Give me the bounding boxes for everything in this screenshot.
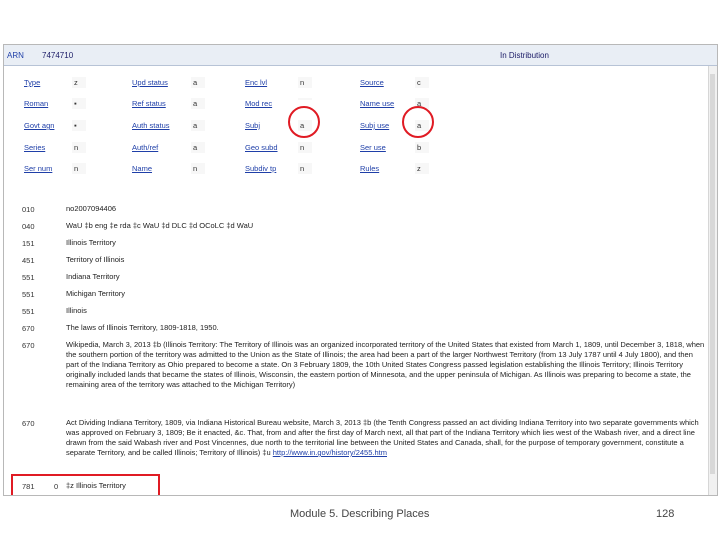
ff-label-mod-rec[interactable]: Mod rec	[245, 99, 272, 108]
field-tag: 551	[22, 290, 35, 299]
ff-label-rules[interactable]: Rules	[360, 164, 379, 173]
ff-label-subj-use[interactable]: Subj use	[360, 121, 389, 130]
record-header-bar: ARN 7474710 In Distribution	[4, 45, 717, 66]
ff-label-type[interactable]: Type	[24, 78, 40, 87]
ff-label-enc-lvl[interactable]: Enc lvl	[245, 78, 267, 87]
ff-label-name-use[interactable]: Name use	[360, 99, 394, 108]
field-tag: 670	[22, 341, 35, 350]
slide-footer-title: Module 5. Describing Places	[290, 508, 430, 520]
ff-value-geo-subd[interactable]: n	[298, 142, 312, 153]
field-text[interactable]: Wikipedia, March 3, 2013 ‡b (Illinois Te…	[66, 340, 706, 390]
field-text[interactable]: The laws of Illinois Territory, 1809-181…	[66, 323, 219, 333]
ff-label-auth-ref[interactable]: Auth/ref	[132, 143, 158, 152]
ff-value-upd-status[interactable]: a	[191, 77, 205, 88]
field-text[interactable]: Territory of Illinois	[66, 255, 124, 265]
field-tag: 551	[22, 273, 35, 282]
field-tag: 551	[22, 307, 35, 316]
ff-label-ser-use[interactable]: Ser use	[360, 143, 386, 152]
arn-value: 7474710	[42, 51, 74, 60]
field-text[interactable]: WaU ‡b eng ‡e rda ‡c WaU ‡d DLC ‡d OCoLC…	[66, 221, 253, 231]
vertical-scrollbar[interactable]	[708, 66, 717, 495]
ff-value-source[interactable]: c	[415, 77, 429, 88]
ff-value-govt-agn[interactable]: ▪	[72, 120, 86, 131]
ff-label-source[interactable]: Source	[360, 78, 384, 87]
ff-label-auth-status[interactable]: Auth status	[132, 121, 170, 130]
ff-value-ser-use[interactable]: b	[415, 142, 429, 153]
ff-value-series[interactable]: n	[72, 142, 86, 153]
field-text[interactable]: Illinois	[66, 306, 87, 316]
ff-label-govt-agn[interactable]: Govt agn	[24, 121, 54, 130]
field-text[interactable]: Indiana Territory	[66, 272, 120, 282]
ff-label-subj[interactable]: Subj	[245, 121, 260, 130]
ff-label-ref-status[interactable]: Ref status	[132, 99, 166, 108]
field-text[interactable]: Act Dividing Indiana Territory, 1809, vi…	[66, 418, 706, 458]
arn-label: ARN	[7, 51, 24, 60]
ff-label-ser-num[interactable]: Ser num	[24, 164, 52, 173]
ff-value-type[interactable]: z	[72, 77, 86, 88]
field-781-highlight-box	[11, 474, 160, 495]
ff-value-subdiv-tp[interactable]: n	[298, 163, 312, 174]
field-tag: 451	[22, 256, 35, 265]
catalog-record-window: ARN 7474710 In Distribution Type z Upd s…	[3, 44, 718, 496]
field-tag: 670	[22, 419, 35, 428]
ff-value-auth-ref[interactable]: a	[191, 142, 205, 153]
field-text[interactable]: Illinois Territory	[66, 238, 116, 248]
field-tag: 010	[22, 205, 35, 214]
ff-label-series[interactable]: Series	[24, 143, 45, 152]
field-text[interactable]: no2007094406	[66, 204, 116, 214]
ff-label-upd-status[interactable]: Upd status	[132, 78, 168, 87]
record-status: In Distribution	[500, 51, 549, 60]
history-link[interactable]: http://www.in.gov/history/2455.htm	[273, 448, 387, 457]
slide-page-number: 128	[656, 508, 675, 520]
ff-label-subdiv-tp[interactable]: Subdiv tp	[245, 164, 276, 173]
ff-value-mod-rec[interactable]	[298, 98, 312, 100]
subj-use-highlight-circle	[402, 106, 434, 138]
ff-value-roman[interactable]: ▪	[72, 98, 86, 109]
ff-label-roman[interactable]: Roman	[24, 99, 48, 108]
ff-value-ref-status[interactable]: a	[191, 98, 205, 109]
field-tag: 151	[22, 239, 35, 248]
ff-value-name[interactable]: n	[191, 163, 205, 174]
field-tag: 040	[22, 222, 35, 231]
field-tag: 670	[22, 324, 35, 333]
scrollbar-thumb[interactable]	[710, 74, 715, 474]
ff-value-rules[interactable]: z	[415, 163, 429, 174]
ff-value-ser-num[interactable]: n	[72, 163, 86, 174]
ff-value-auth-status[interactable]: a	[191, 120, 205, 131]
field-text[interactable]: Michigan Territory	[66, 289, 125, 299]
subj-highlight-circle	[288, 106, 320, 138]
ff-label-name[interactable]: Name	[132, 164, 152, 173]
ff-value-enc-lvl[interactable]: n	[298, 77, 312, 88]
ff-label-geo-subd[interactable]: Geo subd	[245, 143, 278, 152]
